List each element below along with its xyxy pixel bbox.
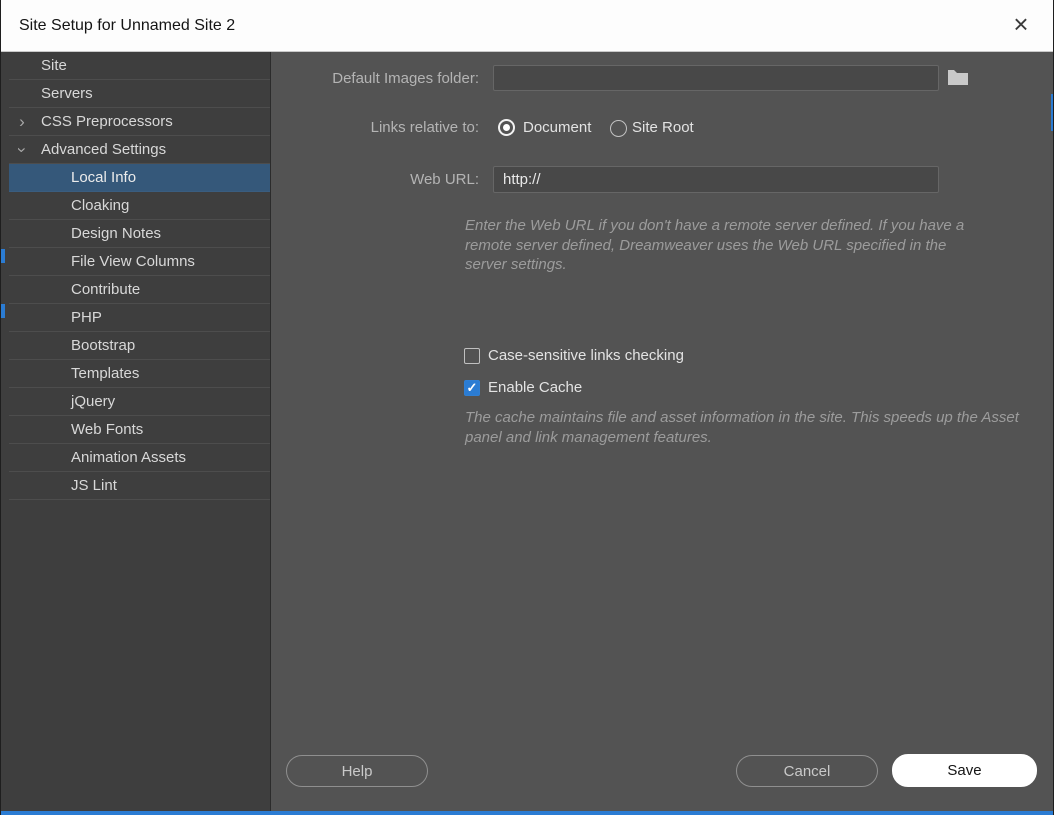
- links-relative-label: Links relative to:: [271, 119, 479, 136]
- sidebar-item-file-view-columns[interactable]: File View Columns: [9, 248, 270, 276]
- dialog-title: Site Setup for Unnamed Site 2: [19, 0, 235, 52]
- case-sensitive-checkbox-label[interactable]: Case-sensitive links checking: [488, 347, 684, 364]
- default-images-folder-label: Default Images folder:: [271, 70, 479, 87]
- window-accent-bottom: [1, 811, 1054, 815]
- chevron-right-icon[interactable]: ›: [14, 108, 30, 136]
- sidebar-item-label: jQuery: [71, 393, 115, 410]
- sidebar-item-label: Web Fonts: [71, 421, 143, 438]
- chevron-down-icon[interactable]: ›: [8, 142, 36, 158]
- sidebar-item-label: Site: [41, 57, 67, 74]
- sidebar-item-label: Cloaking: [71, 197, 129, 214]
- enable-cache-checkbox[interactable]: [464, 380, 480, 396]
- site-setup-dialog: Site Setup for Unnamed Site 2 × Site Serv…: [0, 0, 1054, 815]
- help-button[interactable]: Help: [286, 755, 428, 787]
- browse-folder-button[interactable]: [947, 66, 971, 88]
- sidebar-item-css-preprocessors[interactable]: › CSS Preprocessors: [9, 108, 270, 136]
- sidebar-item-cloaking[interactable]: Cloaking: [9, 192, 270, 220]
- enable-cache-checkbox-label[interactable]: Enable Cache: [488, 379, 582, 396]
- sidebar-item-bootstrap[interactable]: Bootstrap: [9, 332, 270, 360]
- sidebar-item-label: Advanced Settings: [41, 141, 166, 158]
- sidebar: Site Servers › CSS Preprocessors › Advanced S…: [1, 52, 271, 815]
- sidebar-item-label: PHP: [71, 309, 102, 326]
- sidebar-item-site[interactable]: Site: [9, 52, 270, 80]
- radio-site-root-label[interactable]: Site Root: [632, 119, 694, 136]
- sidebar-item-label: CSS Preprocessors: [41, 113, 173, 130]
- cache-note: The cache maintains file and asset infor…: [465, 408, 1045, 447]
- radio-document[interactable]: [498, 119, 515, 136]
- sidebar-item-label: Servers: [41, 85, 93, 102]
- folder-icon: [947, 68, 971, 86]
- default-images-folder-input[interactable]: [493, 65, 939, 91]
- save-button[interactable]: Save: [892, 754, 1037, 787]
- sidebar-item-label: File View Columns: [71, 253, 195, 270]
- web-url-note: Enter the Web URL if you don't have a re…: [465, 216, 965, 275]
- window-accent-left-lower: [1, 304, 5, 318]
- sidebar-item-label: JS Lint: [71, 477, 117, 494]
- case-sensitive-checkbox[interactable]: [464, 348, 480, 364]
- sidebar-item-label: Bootstrap: [71, 337, 135, 354]
- sidebar-item-servers[interactable]: Servers: [9, 80, 270, 108]
- sidebar-item-label: Animation Assets: [71, 449, 186, 466]
- sidebar-item-label: Local Info: [71, 169, 136, 186]
- sidebar-item-advanced-settings[interactable]: › Advanced Settings: [9, 136, 270, 164]
- sidebar-item-jquery[interactable]: jQuery: [9, 388, 270, 416]
- sidebar-item-contribute[interactable]: Contribute: [9, 276, 270, 304]
- cancel-button[interactable]: Cancel: [736, 755, 878, 787]
- sidebar-item-design-notes[interactable]: Design Notes: [9, 220, 270, 248]
- sidebar-item-label: Design Notes: [71, 225, 161, 242]
- sidebar-item-label: Contribute: [71, 281, 140, 298]
- window-accent-left-upper: [1, 249, 5, 263]
- web-url-input[interactable]: [493, 166, 939, 193]
- sidebar-item-local-info[interactable]: Local Info: [9, 164, 270, 192]
- sidebar-item-templates[interactable]: Templates: [9, 360, 270, 388]
- web-url-label: Web URL:: [271, 171, 479, 188]
- title-bar: Site Setup for Unnamed Site 2 ×: [1, 0, 1053, 52]
- close-icon[interactable]: ×: [1003, 0, 1039, 52]
- radio-site-root[interactable]: [610, 120, 627, 137]
- sidebar-item-animation-assets[interactable]: Animation Assets: [9, 444, 270, 472]
- radio-document-label[interactable]: Document: [523, 119, 591, 136]
- sidebar-item-web-fonts[interactable]: Web Fonts: [9, 416, 270, 444]
- sidebar-item-js-lint[interactable]: JS Lint: [9, 472, 270, 500]
- sidebar-item-label: Templates: [71, 365, 139, 382]
- sidebar-item-php[interactable]: PHP: [9, 304, 270, 332]
